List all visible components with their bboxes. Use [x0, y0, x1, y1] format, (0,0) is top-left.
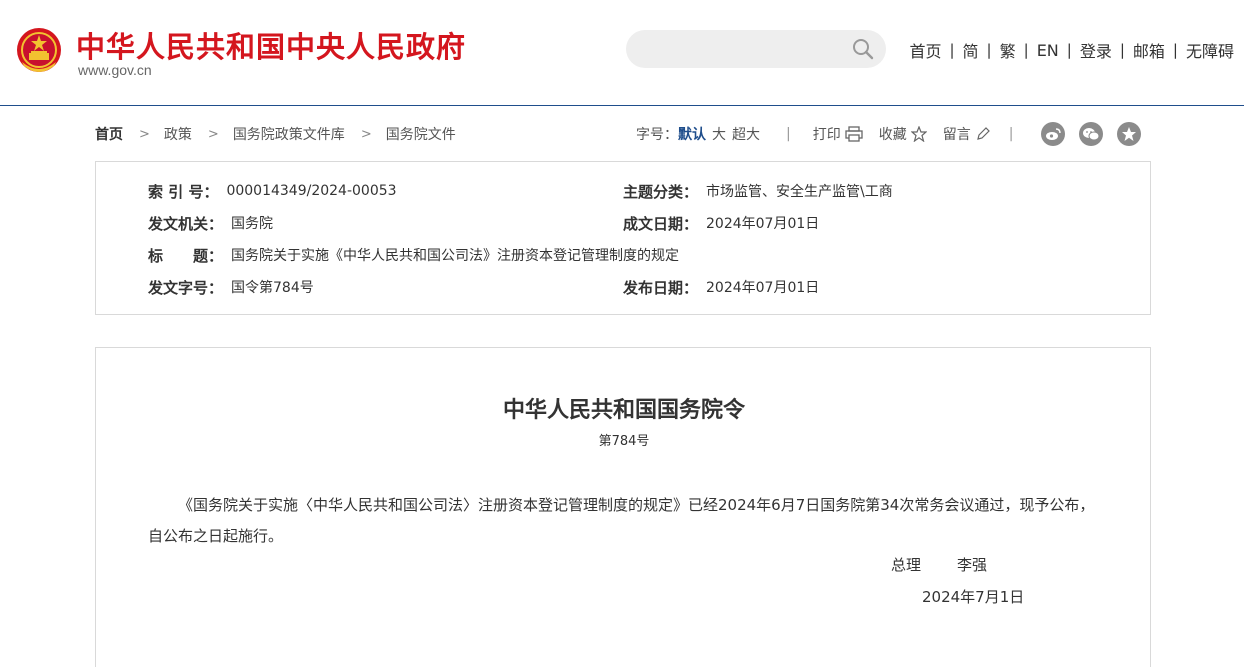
nav-separator: |: [1066, 41, 1072, 59]
favorite-label: 收藏: [878, 127, 907, 143]
font-size-default[interactable]: 默认: [678, 124, 706, 144]
meta-publish-date-value: 2024年07月01日: [706, 280, 820, 296]
site-url[interactable]: www.gov.cn: [78, 62, 152, 78]
star-icon: [910, 126, 927, 142]
signer-name: 李强: [957, 556, 988, 574]
top-nav: 首页 | 简 | 繁 | EN | 登录 | 邮箱 | 无障碍: [909, 38, 1234, 62]
nav-accessibility-link[interactable]: 无障碍: [1186, 38, 1234, 62]
breadcrumb: 首页 > 政策 > 国务院政策文件库 > 国务院文件: [95, 124, 456, 144]
meta-title-row: 标 题： 国务院关于实施《中华人民共和国公司法》注册资本登记管理制度的规定: [148, 244, 679, 266]
breadcrumb-policy[interactable]: 政策: [164, 124, 192, 144]
share-icons: [1041, 122, 1142, 146]
search-box: [626, 30, 886, 68]
document-meta-table: 索 引 号： 000014349/2024-00053 主题分类： 市场监管、安…: [95, 161, 1151, 315]
breadcrumb-state-council-docs[interactable]: 国务院文件: [386, 124, 456, 144]
signer-title: 总理: [891, 556, 922, 574]
nav-separator: |: [1023, 41, 1029, 59]
search-icon[interactable]: [852, 38, 874, 60]
meta-written-date-label: 成文日期：: [623, 214, 699, 233]
meta-topic-value: 市场监管、安全生产监管\工商: [706, 184, 893, 200]
comment-button[interactable]: 留言: [943, 124, 991, 144]
document-content: 中华人民共和国国务院令 第784号 《国务院关于实施〈中华人民共和国公司法〉注册…: [95, 347, 1151, 667]
site-title[interactable]: 中华人民共和国中央人民政府: [76, 24, 466, 66]
chevron-right-icon: >: [360, 126, 372, 142]
breadcrumb-policy-library[interactable]: 国务院政策文件库: [233, 124, 345, 144]
tools-divider: |: [786, 126, 791, 142]
nav-separator: |: [986, 41, 992, 59]
print-label: 打印: [812, 127, 841, 143]
favorite-button[interactable]: 收藏: [879, 124, 927, 144]
nav-login-link[interactable]: 登录: [1080, 38, 1112, 62]
tools-divider: |: [1008, 126, 1014, 142]
meta-index-value: 000014349/2024-00053: [226, 183, 397, 199]
meta-doc-no-row: 发文字号： 国令第784号: [148, 276, 314, 298]
font-size-large[interactable]: 大: [712, 124, 726, 144]
wechat-icon[interactable]: [1079, 122, 1104, 146]
search-input[interactable]: [644, 39, 844, 59]
pencil-icon: [976, 127, 990, 140]
meta-issuer-label: 发文机关：: [148, 214, 224, 233]
meta-publish-date-label: 发布日期：: [623, 278, 699, 297]
document-number: 第784号: [598, 434, 650, 449]
chevron-right-icon: >: [207, 126, 219, 142]
page-tools: 字号： 默认 大 超大 | 打印 收藏 留言 |: [636, 122, 1142, 146]
nav-separator: |: [949, 41, 955, 59]
weibo-icon[interactable]: [1041, 122, 1066, 146]
font-size-label: 字号：: [636, 127, 678, 143]
document-title: 中华人民共和国国务院令: [502, 397, 745, 423]
chevron-right-icon: >: [139, 126, 150, 142]
comment-label: 留言: [942, 127, 971, 143]
meta-publish-date-row: 发布日期： 2024年07月01日: [623, 276, 819, 298]
meta-issuer-value: 国务院: [231, 216, 274, 232]
meta-written-date-row: 成文日期： 2024年07月01日: [623, 212, 819, 234]
meta-doc-no-value: 国令第784号: [231, 280, 314, 296]
document-signature: 总理 李强: [891, 554, 987, 575]
printer-icon: [845, 126, 863, 142]
nav-simplified-link[interactable]: 简: [963, 38, 979, 62]
meta-written-date-value: 2024年07月01日: [706, 216, 820, 232]
font-size-xlarge[interactable]: 超大: [732, 124, 760, 144]
nav-traditional-link[interactable]: 繁: [1000, 38, 1016, 62]
nav-home-link[interactable]: 首页: [909, 38, 941, 62]
meta-doc-no-label: 发文字号：: [148, 278, 224, 297]
sub-toolbar: 首页 > 政策 > 国务院政策文件库 > 国务院文件 字号： 默认 大 超大 |…: [0, 118, 1244, 148]
meta-topic-row: 主题分类： 市场监管、安全生产监管\工商: [623, 180, 893, 202]
breadcrumb-home[interactable]: 首页: [95, 124, 123, 144]
document-date: 2024年7月1日: [922, 588, 1025, 606]
site-header: 中华人民共和国中央人民政府 www.gov.cn 首页 | 简 | 繁 | EN…: [0, 0, 1244, 106]
nav-separator: |: [1119, 41, 1125, 59]
meta-title-label: 标 题：: [148, 246, 224, 265]
qzone-icon[interactable]: [1117, 122, 1142, 146]
meta-topic-label: 主题分类：: [623, 182, 699, 201]
print-button[interactable]: 打印: [813, 124, 863, 144]
meta-title-value: 国务院关于实施《中华人民共和国公司法》注册资本登记管理制度的规定: [231, 248, 680, 264]
nav-english-link[interactable]: EN: [1037, 41, 1059, 60]
nav-mail-link[interactable]: 邮箱: [1133, 38, 1165, 62]
meta-issuer-row: 发文机关： 国务院: [148, 212, 273, 234]
nav-separator: |: [1172, 41, 1178, 59]
meta-index-row: 索 引 号： 000014349/2024-00053: [148, 180, 397, 202]
national-emblem-icon[interactable]: [14, 26, 64, 76]
meta-index-label: 索 引 号：: [148, 182, 219, 201]
document-body-paragraph: 《国务院关于实施〈中华人民共和国公司法〉注册资本登记管理制度的规定》已经2024…: [148, 496, 1095, 545]
